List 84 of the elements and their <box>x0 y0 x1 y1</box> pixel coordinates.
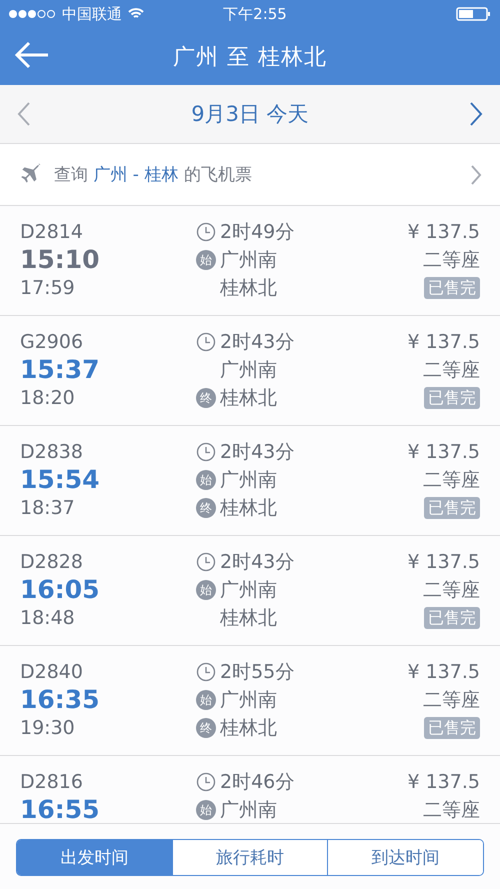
station-badge: 终 <box>196 388 216 408</box>
clock-icon <box>196 332 216 352</box>
departure-time: 16:05 <box>20 576 100 604</box>
train-number: D2840 <box>20 660 83 685</box>
signal-icon <box>8 9 56 19</box>
next-day-button[interactable] <box>468 101 484 127</box>
train-number: D2816 <box>20 770 83 795</box>
seat-class: 二等座 <box>423 358 480 383</box>
arrival-time: 19:30 <box>20 716 75 741</box>
departure-station: 广州南 <box>220 578 277 603</box>
duration: 2时49分 <box>220 220 294 245</box>
station-badge: 始 <box>196 800 216 820</box>
train-number: D2838 <box>20 440 83 465</box>
station-badge: 始 <box>196 470 216 490</box>
train-row[interactable]: D2828 16:05 18:48 2时43分 始 广州南 桂林北 ¥ 137.5 二等座 已售完 <box>0 536 500 646</box>
arrival-station: 桂林北 <box>220 496 277 521</box>
ticket-price: ¥ 137.5 <box>407 660 480 685</box>
station-badge: 终 <box>196 498 216 518</box>
train-row[interactable]: D2840 16:35 19:30 2时55分 始 广州南 终 桂林北 ¥ 137.5 二等座 已售完 <box>0 646 500 756</box>
wifi-icon <box>128 8 144 20</box>
arrival-station: 桂林北 <box>220 276 277 301</box>
chevron-right-icon <box>470 164 482 186</box>
flight-search-link[interactable]: 查询 广州 - 桂林 的飞机票 <box>54 163 460 186</box>
sold-out-tag: 已售完 <box>424 497 480 519</box>
departure-time: 16:55 <box>20 796 100 823</box>
ticket-price: ¥ 137.5 <box>407 770 480 795</box>
ticket-price: ¥ 137.5 <box>407 220 480 245</box>
departure-time: 15:10 <box>20 246 100 274</box>
status-time: 下午2:55 <box>222 4 288 24</box>
sold-out-tag: 已售完 <box>424 717 480 739</box>
clock-icon <box>196 662 216 682</box>
departure-station: 广州南 <box>220 248 277 273</box>
duration: 2时43分 <box>220 550 294 575</box>
departure-time: 15:37 <box>20 356 100 384</box>
seat-class: 二等座 <box>423 798 480 823</box>
train-number: D2828 <box>20 550 83 575</box>
train-number: D2814 <box>20 220 83 245</box>
seat-class: 二等座 <box>423 578 480 603</box>
station-badge: 终 <box>196 718 216 738</box>
arrival-station: 桂林北 <box>220 606 277 631</box>
clock-icon <box>196 222 216 242</box>
station-badge: 始 <box>196 580 216 600</box>
duration: 2时55分 <box>220 660 294 685</box>
sold-out-tag: 已售完 <box>424 607 480 629</box>
departure-station: 广州南 <box>220 358 277 383</box>
train-number: G2906 <box>20 330 84 355</box>
ticket-price: ¥ 137.5 <box>407 550 480 575</box>
sold-out-tag: 已售完 <box>424 387 480 409</box>
sort-tab[interactable]: 出发时间 <box>17 840 172 874</box>
departure-time: 16:35 <box>20 686 100 714</box>
arrival-time: 18:20 <box>20 386 75 411</box>
arrival-time: 18:37 <box>20 496 75 521</box>
clock-icon <box>196 442 216 462</box>
page-title: 广州 至 桂林北 <box>172 44 328 72</box>
departure-station: 广州南 <box>220 468 277 493</box>
sort-tab[interactable]: 到达时间 <box>327 840 483 874</box>
battery-icon <box>456 7 492 21</box>
departure-station: 广州南 <box>220 688 277 713</box>
duration: 2时46分 <box>220 770 294 795</box>
arrival-station: 桂林北 <box>220 716 277 741</box>
seat-class: 二等座 <box>423 248 480 273</box>
duration: 2时43分 <box>220 330 294 355</box>
departure-station: 广州南 <box>220 798 277 823</box>
arrival-time: 17:59 <box>20 276 75 301</box>
station-badge: 始 <box>196 690 216 710</box>
arrival-station: 桂林北 <box>220 386 277 411</box>
date-label: 9月3日 今天 <box>191 101 309 128</box>
clock-icon <box>196 772 216 792</box>
station-badge: 始 <box>196 250 216 270</box>
ticket-price: ¥ 137.5 <box>407 330 480 355</box>
train-row[interactable]: D2838 15:54 18:37 2时43分 始 广州南 终 桂林北 ¥ 137.5 二等座 已售完 <box>0 426 500 536</box>
previous-day-button[interactable] <box>16 101 32 127</box>
sold-out-tag: 已售完 <box>424 277 480 299</box>
duration: 2时43分 <box>220 440 294 465</box>
arrival-time: 18:48 <box>20 606 75 631</box>
back-button[interactable] <box>14 40 50 70</box>
seat-class: 二等座 <box>423 688 480 713</box>
ticket-price: ¥ 137.5 <box>407 440 480 465</box>
train-row[interactable]: G2906 15:37 18:20 2时43分 广州南 终 桂林北 ¥ 137.5 二等座 已售完 <box>0 316 500 426</box>
departure-time: 15:54 <box>20 466 100 494</box>
seat-class: 二等座 <box>423 468 480 493</box>
clock-icon <box>196 552 216 572</box>
carrier-name: 中国联通 <box>62 4 122 24</box>
train-row[interactable]: D2814 15:10 17:59 2时49分 始 广州南 桂林北 ¥ 137.5 二等座 已售完 <box>0 206 500 316</box>
